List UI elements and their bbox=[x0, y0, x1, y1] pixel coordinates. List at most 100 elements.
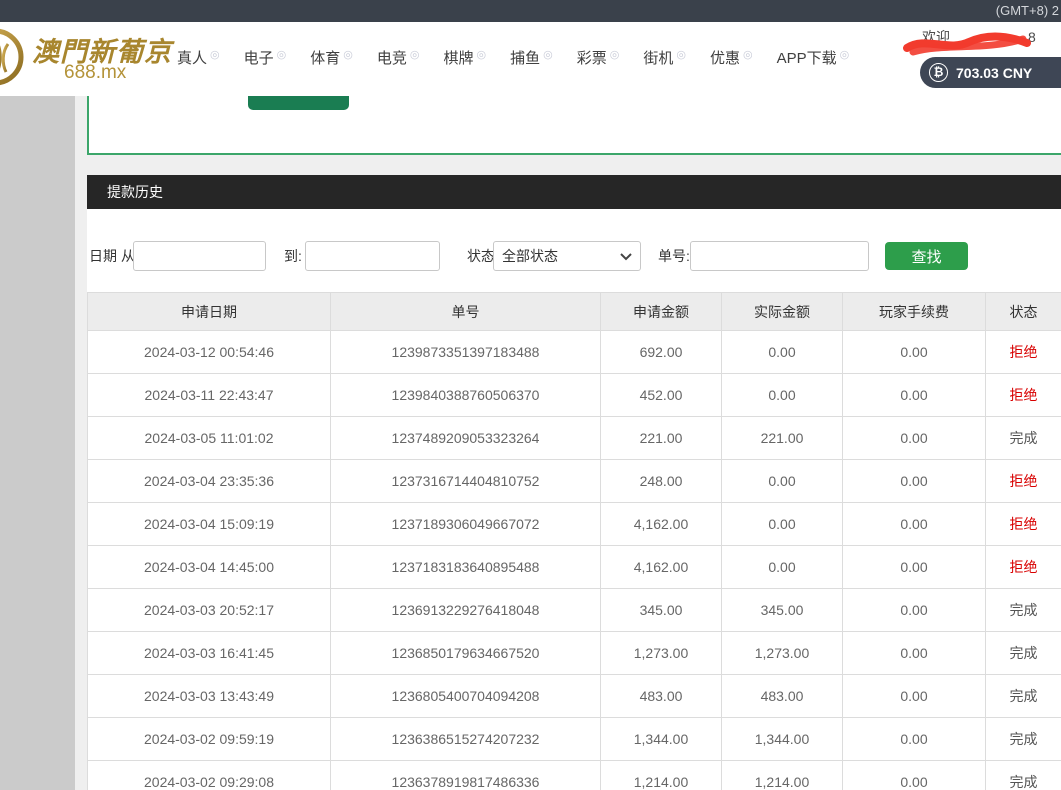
table-row: 2024-03-03 13:43:49 1236805400704094208 … bbox=[88, 675, 1061, 718]
nav-dropdown-icon: ◎ bbox=[840, 48, 850, 61]
table-row: 2024-03-02 09:29:08 1236378919817486336 … bbox=[88, 761, 1061, 790]
nav-dropdown-icon: ◎ bbox=[343, 48, 353, 61]
nav-item-label: APP下载 bbox=[777, 50, 837, 68]
date-to-label: 到: bbox=[284, 241, 302, 271]
cell-status: 拒绝 bbox=[986, 460, 1061, 503]
main-nav: 真人 ◎ 电子 ◎ 体育 ◎ 电竞 ◎ 棋牌 ◎ 捕鱼 ◎ 彩票 ◎ 街机 ◎ … bbox=[177, 50, 849, 68]
table-row: 2024-03-04 23:35:36 1237316714404810752 … bbox=[88, 460, 1061, 503]
cell-actual-amount: 0.00 bbox=[722, 331, 843, 374]
cell-order-no: 1239873351397183488 bbox=[331, 331, 601, 374]
cell-apply-amount: 483.00 bbox=[601, 675, 722, 718]
col-header-actual-amount: 实际金额 bbox=[722, 293, 843, 331]
cell-order-no: 1236386515274207232 bbox=[331, 718, 601, 761]
nav-item-label: 捕鱼 bbox=[510, 50, 540, 68]
nav-item-label: 街机 bbox=[643, 50, 673, 68]
cell-order-no: 1237189306049667072 bbox=[331, 503, 601, 546]
search-button[interactable]: 查找 bbox=[885, 242, 968, 270]
nav-dropdown-icon: ◎ bbox=[610, 48, 620, 61]
cell-actual-amount: 1,214.00 bbox=[722, 761, 843, 790]
cell-status: 完成 bbox=[986, 417, 1061, 460]
cell-player-fee: 0.00 bbox=[843, 589, 986, 632]
cell-actual-amount: 0.00 bbox=[722, 460, 843, 503]
nav-item[interactable]: 体育 ◎ bbox=[310, 50, 353, 68]
timezone-text: (GMT+8) 2 bbox=[996, 3, 1059, 18]
nav-item[interactable]: 真人 ◎ bbox=[177, 50, 220, 68]
cell-apply-date: 2024-03-03 16:41:45 bbox=[88, 632, 331, 675]
cell-status: 拒绝 bbox=[986, 546, 1061, 589]
nav-item[interactable]: 电子 ◎ bbox=[244, 50, 287, 68]
table-row: 2024-03-11 22:43:47 1239840388760506370 … bbox=[88, 374, 1061, 417]
cell-order-no: 1236850179634667520 bbox=[331, 632, 601, 675]
cell-apply-date: 2024-03-03 20:52:17 bbox=[88, 589, 331, 632]
cell-actual-amount: 483.00 bbox=[722, 675, 843, 718]
cell-actual-amount: 1,344.00 bbox=[722, 718, 843, 761]
nav-item[interactable]: 彩票 ◎ bbox=[577, 50, 620, 68]
balance-pill[interactable]: ₿ 703.03 CNY bbox=[920, 57, 1061, 88]
date-from-input[interactable] bbox=[133, 241, 266, 271]
withdraw-history-section: 日期 从: 到: 状态: 全部状态 单号: 查找 申请日期 单号 申请金额 实际… bbox=[87, 209, 1061, 790]
nav-item[interactable]: 优惠 ◎ bbox=[710, 50, 753, 68]
cell-order-no: 1236913229276418048 bbox=[331, 589, 601, 632]
table-row: 2024-03-04 14:45:00 1237183183640895488 … bbox=[88, 546, 1061, 589]
nav-item[interactable]: 街机 ◎ bbox=[643, 50, 686, 68]
date-to-input[interactable] bbox=[305, 241, 440, 271]
cell-apply-amount: 4,162.00 bbox=[601, 546, 722, 589]
nav-dropdown-icon: ◎ bbox=[410, 48, 420, 61]
col-header-order-no: 单号 bbox=[331, 293, 601, 331]
order-no-label: 单号: bbox=[658, 241, 690, 271]
date-from-label: 日期 从: bbox=[89, 241, 139, 271]
cell-player-fee: 0.00 bbox=[843, 546, 986, 589]
cell-order-no: 1237183183640895488 bbox=[331, 546, 601, 589]
table-row: 2024-03-03 16:41:45 1236850179634667520 … bbox=[88, 632, 1061, 675]
table-row: 2024-03-12 00:54:46 1239873351397183488 … bbox=[88, 331, 1061, 374]
cell-status: 拒绝 bbox=[986, 331, 1061, 374]
nav-item[interactable]: 捕鱼 ◎ bbox=[510, 50, 553, 68]
col-header-status: 状态 bbox=[986, 293, 1061, 331]
cell-player-fee: 0.00 bbox=[843, 331, 986, 374]
site-header: 澳門新葡京 688.mx 真人 ◎ 电子 ◎ 体育 ◎ 电竞 ◎ 棋牌 ◎ 捕鱼… bbox=[0, 22, 1061, 96]
table-header-row: 申请日期 单号 申请金额 实际金额 玩家手续费 状态 bbox=[88, 293, 1061, 331]
cell-status: 拒绝 bbox=[986, 503, 1061, 546]
cell-player-fee: 0.00 bbox=[843, 632, 986, 675]
nav-item-label: 电子 bbox=[244, 50, 274, 68]
cell-actual-amount: 345.00 bbox=[722, 589, 843, 632]
nav-item[interactable]: APP下载 ◎ bbox=[777, 50, 850, 68]
cell-apply-amount: 692.00 bbox=[601, 331, 722, 374]
cell-status: 完成 bbox=[986, 718, 1061, 761]
cell-order-no: 1237489209053323264 bbox=[331, 417, 601, 460]
cell-player-fee: 0.00 bbox=[843, 417, 986, 460]
col-header-apply-date: 申请日期 bbox=[88, 293, 331, 331]
logo-emblem-icon bbox=[0, 26, 26, 88]
nav-item-label: 优惠 bbox=[710, 50, 740, 68]
col-header-player-fee: 玩家手续费 bbox=[843, 293, 986, 331]
cell-apply-date: 2024-03-03 13:43:49 bbox=[88, 675, 331, 718]
cell-player-fee: 0.00 bbox=[843, 718, 986, 761]
table-body: 2024-03-12 00:54:46 1239873351397183488 … bbox=[88, 331, 1061, 790]
balance-amount: 703.03 CNY bbox=[956, 65, 1032, 81]
cell-player-fee: 0.00 bbox=[843, 761, 986, 790]
cell-player-fee: 0.00 bbox=[843, 460, 986, 503]
section-title: 提款历史 bbox=[107, 184, 163, 200]
cell-order-no: 1239840388760506370 bbox=[331, 374, 601, 417]
cell-status: 完成 bbox=[986, 632, 1061, 675]
cell-status: 完成 bbox=[986, 589, 1061, 632]
cell-apply-date: 2024-03-04 15:09:19 bbox=[88, 503, 331, 546]
cell-apply-amount: 452.00 bbox=[601, 374, 722, 417]
cell-apply-date: 2024-03-02 09:59:19 bbox=[88, 718, 331, 761]
cell-apply-amount: 1,214.00 bbox=[601, 761, 722, 790]
cell-apply-date: 2024-03-05 11:01:02 bbox=[88, 417, 331, 460]
nav-item-label: 彩票 bbox=[577, 50, 607, 68]
nav-item-label: 棋牌 bbox=[444, 50, 474, 68]
section-title-bar: 提款历史 bbox=[87, 175, 1061, 209]
cell-apply-date: 2024-03-04 14:45:00 bbox=[88, 546, 331, 589]
order-no-input[interactable] bbox=[690, 241, 869, 271]
status-select[interactable]: 全部状态 bbox=[493, 241, 641, 271]
nav-item-label: 体育 bbox=[310, 50, 340, 68]
cell-order-no: 1237316714404810752 bbox=[331, 460, 601, 503]
cell-apply-amount: 248.00 bbox=[601, 460, 722, 503]
nav-item-label: 真人 bbox=[177, 50, 207, 68]
cell-status: 拒绝 bbox=[986, 374, 1061, 417]
nav-item[interactable]: 电竞 ◎ bbox=[377, 50, 420, 68]
nav-item[interactable]: 棋牌 ◎ bbox=[444, 50, 487, 68]
cell-order-no: 1236378919817486336 bbox=[331, 761, 601, 790]
